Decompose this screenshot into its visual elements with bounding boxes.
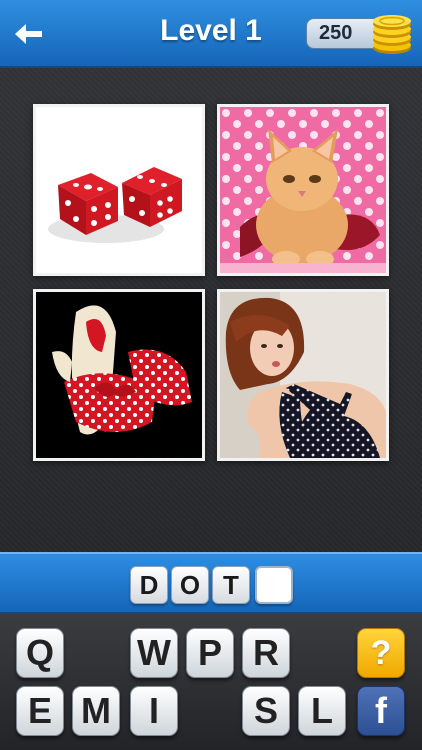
letter-key-s[interactable]: S xyxy=(242,686,290,736)
facebook-share-button[interactable]: f xyxy=(357,686,405,736)
letter-key-q[interactable]: Q xyxy=(16,628,64,678)
dice-image[interactable] xyxy=(33,104,205,276)
letter-key-i[interactable]: I xyxy=(130,686,178,736)
letter-key-e[interactable]: E xyxy=(16,686,64,736)
letter-key-w[interactable]: W xyxy=(130,628,178,678)
answer-slot-4[interactable] xyxy=(255,566,293,604)
letter-keyboard: Q W P R ? E M I S L f xyxy=(0,614,422,750)
letter-key-m[interactable]: M xyxy=(72,686,120,736)
kitten-image[interactable] xyxy=(217,104,389,276)
answer-slot-3[interactable]: T xyxy=(212,566,250,604)
answer-slot-1[interactable]: D xyxy=(130,566,168,604)
woman-polka-dot-dress-image[interactable] xyxy=(217,289,389,461)
letter-key-p[interactable]: P xyxy=(186,628,234,678)
answer-slot-2[interactable]: O xyxy=(171,566,209,604)
answer-bar: D O T xyxy=(0,552,422,614)
polka-dot-slippers-image[interactable] xyxy=(33,289,205,461)
letter-key-l[interactable]: L xyxy=(298,686,346,736)
picture-board xyxy=(0,68,422,552)
hint-button[interactable]: ? xyxy=(357,628,405,678)
top-bar: Level 1 250 xyxy=(0,0,422,68)
letter-key-r[interactable]: R xyxy=(242,628,290,678)
gold-coins-icon xyxy=(373,15,411,54)
